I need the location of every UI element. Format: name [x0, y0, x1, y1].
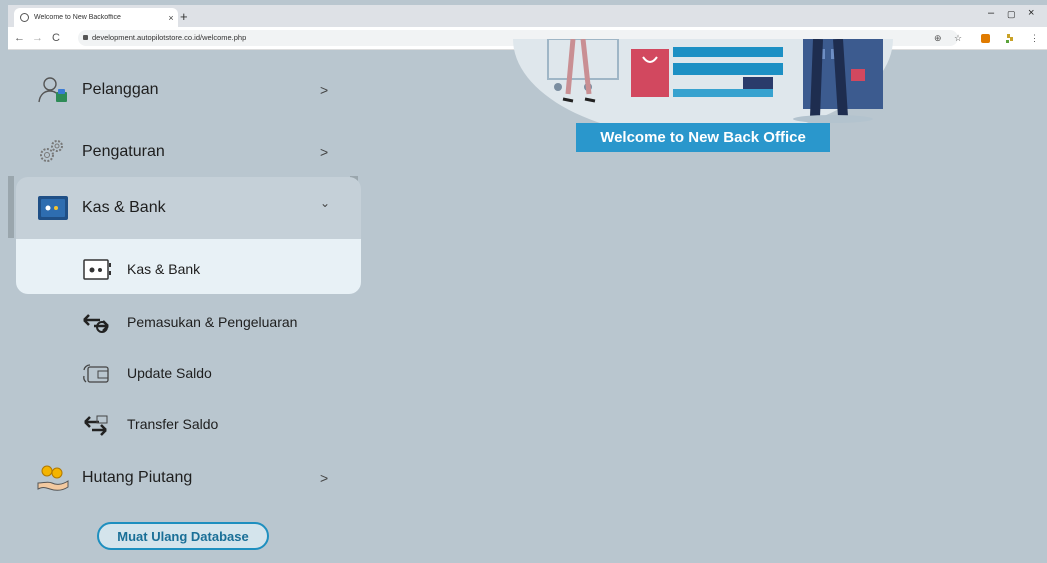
chevron-right-icon: > — [320, 82, 329, 98]
browser-tab[interactable]: Welcome to New Backoffice × — [14, 8, 178, 27]
sidebar-item-pelanggan[interactable]: Pelanggan > — [8, 62, 360, 118]
customer-icon — [38, 77, 67, 103]
new-tab-button[interactable]: + — [180, 8, 188, 25]
sidebar-item-kas-bank[interactable]: Kas & Bank ⌄ — [8, 180, 360, 236]
browser-menu-icon[interactable]: ⋮ — [1030, 31, 1039, 45]
browser-window: Welcome to New Backoffice × + – ▢ × ← → … — [8, 5, 1047, 563]
sidebar-item-label: Pelanggan — [82, 81, 159, 98]
debt-hand-icon — [37, 465, 69, 491]
sidebar-subitem-kas-bank[interactable]: Kas & Bank — [8, 248, 360, 292]
sidebar-item-label: Hutang Piutang — [82, 469, 193, 486]
sidebar-item-hutang-piutang[interactable]: Hutang Piutang > — [8, 450, 360, 506]
settings-gears-icon — [40, 140, 63, 162]
zoom-icon[interactable]: ⊕ — [934, 31, 942, 45]
url-text: development.autopilotstore.co.id/welcome… — [92, 33, 247, 42]
sidebar-subitem-label: Pemasukan & Pengeluaran — [127, 314, 298, 330]
sidebar-subitem-label: Update Saldo — [127, 365, 212, 381]
reload-button[interactable]: C — [52, 31, 60, 45]
close-window-button[interactable]: × — [1028, 7, 1034, 19]
tab-bar: Welcome to New Backoffice × + – ▢ × — [8, 5, 1047, 27]
extension-icon[interactable] — [981, 34, 990, 43]
safe-box-icon — [38, 196, 68, 220]
income-expense-icon — [83, 314, 109, 333]
chevron-right-icon: > — [320, 470, 329, 486]
welcome-banner-button[interactable]: Welcome to New Back Office — [576, 123, 830, 152]
welcome-illustration — [513, 39, 893, 135]
wallet-update-icon — [83, 364, 109, 383]
sidebar-subitem-update-saldo[interactable]: Update Saldo — [8, 352, 360, 396]
reload-database-button[interactable]: Muat Ulang Database — [97, 522, 269, 550]
extension-puzzle-icon[interactable] — [1004, 32, 1016, 44]
sidebar-subitem-transfer-saldo[interactable]: Transfer Saldo — [8, 403, 360, 447]
sidebar-item-label: Pengaturan — [82, 143, 165, 160]
sidebar: Pelanggan > Pengaturan > Kas & Bank ⌄ Ka… — [8, 50, 361, 563]
chevron-down-icon: ⌄ — [320, 196, 331, 210]
sidebar-item-label: Kas & Bank — [82, 199, 166, 216]
maximize-button[interactable]: ▢ — [1007, 9, 1016, 20]
back-button[interactable]: ← — [14, 31, 25, 45]
globe-icon — [20, 13, 29, 22]
sidebar-subitem-pemasukan-pengeluaran[interactable]: Pemasukan & Pengeluaran — [8, 301, 360, 345]
sidebar-subitem-label: Kas & Bank — [127, 261, 201, 277]
tab-close-icon[interactable]: × — [164, 13, 178, 23]
safe-icon — [83, 259, 111, 280]
sidebar-subitem-label: Transfer Saldo — [127, 416, 219, 432]
sidebar-item-pengaturan[interactable]: Pengaturan > — [8, 124, 360, 180]
lock-icon — [83, 35, 88, 40]
forward-button[interactable]: → — [32, 31, 43, 45]
transfer-money-icon — [84, 415, 108, 436]
bookmark-star-icon[interactable]: ☆ — [954, 31, 962, 45]
chevron-right-icon: > — [320, 144, 329, 160]
tab-title: Welcome to New Backoffice — [34, 14, 121, 21]
minimize-button[interactable]: – — [988, 7, 994, 19]
